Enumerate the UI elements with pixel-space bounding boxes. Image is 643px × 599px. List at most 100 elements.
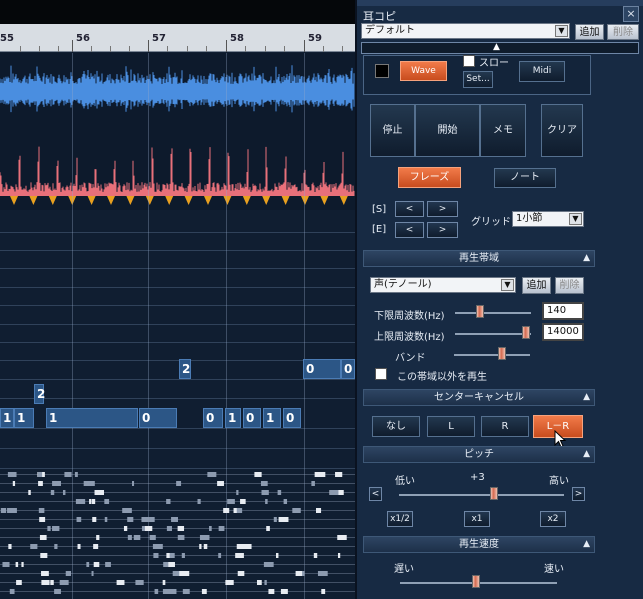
texture-mark — [335, 472, 343, 477]
band-delete-button[interactable]: 削除 — [555, 277, 584, 294]
preset-delete-button[interactable]: 削除 — [607, 24, 639, 40]
wave-button[interactable]: Wave — [400, 61, 447, 81]
memo-button[interactable]: メモ — [480, 104, 526, 157]
band-slider[interactable] — [454, 354, 530, 356]
midi-button[interactable]: Midi — [519, 61, 565, 82]
pitch-value: +3 — [470, 472, 485, 483]
lower-freq-thumb[interactable] — [476, 305, 484, 318]
band-preset-select[interactable]: 声(テノール) ▼ — [370, 277, 516, 293]
texture-mark — [266, 526, 270, 531]
stop-button[interactable]: 停止 — [370, 104, 415, 157]
note-block[interactable]: 0 — [283, 408, 301, 428]
outside-band-label: この帯域以外を再生 — [397, 372, 487, 383]
end-next-button[interactable]: > — [427, 222, 458, 238]
start-prev-button[interactable]: < — [395, 201, 424, 217]
grid-line — [0, 250, 355, 251]
band-section-header[interactable]: 再生帯域 ▲ — [363, 250, 595, 267]
cc-none-button[interactable]: なし — [372, 416, 420, 437]
upper-freq-input[interactable]: 14000 — [542, 323, 584, 341]
phrase-button[interactable]: フレーズ — [398, 167, 461, 188]
texture-mark — [223, 508, 230, 513]
lower-freq-input[interactable]: 140 — [542, 302, 584, 320]
set-button[interactable]: Set... — [463, 71, 493, 88]
texture-mark — [311, 481, 315, 486]
ruler-minor-tick — [245, 46, 246, 52]
note-block[interactable]: 1 — [46, 408, 138, 428]
cc-r-button[interactable]: R — [481, 416, 529, 437]
ruler-measure-57: 57 — [152, 33, 166, 44]
band-thumb[interactable] — [498, 347, 506, 360]
note-block[interactable]: 1 — [14, 408, 34, 428]
texture-mark — [92, 517, 97, 522]
chevron-left-icon: < — [405, 225, 414, 235]
ruler-tick — [72, 40, 73, 52]
chevron-right-icon: > — [574, 489, 583, 499]
note-block[interactable]: 0 — [139, 408, 177, 428]
texture-mark — [2, 562, 10, 567]
color-swatch[interactable] — [375, 64, 389, 78]
pitch-section-header[interactable]: ピッチ ▲ — [363, 446, 595, 463]
note-block[interactable]: 1 — [0, 408, 14, 428]
editor-area: 55 56 57 58 59 2 0 0 2 1 1 1 0 0 1 0 1 0 — [0, 0, 355, 599]
clear-button[interactable]: クリア — [541, 104, 583, 157]
upper-freq-slider[interactable] — [455, 333, 531, 335]
ruler-minor-tick — [39, 46, 40, 52]
preset-select[interactable]: デフォルト ▼ — [361, 23, 570, 39]
texture-line — [0, 501, 355, 502]
measure-ruler[interactable]: 55 56 57 58 59 — [0, 24, 355, 52]
outside-band-checkbox[interactable] — [375, 368, 387, 380]
start-next-button[interactable]: > — [427, 201, 458, 217]
grid-select[interactable]: 1小節 ▼ — [512, 211, 584, 227]
note-button[interactable]: ノート — [494, 168, 556, 188]
note-block[interactable]: 1 — [263, 408, 281, 428]
beat-marker — [29, 196, 38, 205]
pitch-half-button[interactable]: x1/2 — [387, 511, 413, 527]
pitch-x1-button[interactable]: x1 — [464, 511, 490, 527]
speed-thumb[interactable] — [472, 575, 480, 588]
pitch-x2-button[interactable]: x2 — [540, 511, 566, 527]
note-block[interactable]: 0 — [303, 359, 341, 379]
preset-add-button[interactable]: 追加 — [575, 24, 604, 40]
grid-label: グリッド — [471, 217, 511, 228]
note-block[interactable]: 2 — [179, 359, 191, 379]
pitch-slider[interactable] — [399, 494, 564, 496]
pitch-up-button[interactable]: > — [572, 487, 585, 501]
texture-mark — [47, 526, 51, 531]
texture-mark — [197, 499, 201, 504]
beat-marker — [320, 196, 329, 205]
note-block[interactable]: 0 — [341, 359, 355, 379]
texture-line — [0, 591, 355, 592]
texture-mark — [127, 517, 134, 522]
start-button[interactable]: 開始 — [415, 104, 480, 157]
pitch-down-button[interactable]: < — [369, 487, 382, 501]
texture-mark — [264, 580, 267, 585]
note-value: 0 — [306, 362, 315, 376]
note-value: 1 — [49, 411, 58, 425]
band-add-button[interactable]: 追加 — [522, 277, 551, 294]
upper-freq-thumb[interactable] — [522, 326, 530, 339]
texture-mark — [181, 553, 185, 558]
pitch-thumb[interactable] — [490, 487, 498, 500]
close-button[interactable]: × — [623, 6, 639, 22]
waveform-lane[interactable] — [0, 53, 355, 138]
ruler-measure-58: 58 — [230, 33, 244, 44]
texture-mark — [91, 571, 94, 576]
beat-marker — [223, 196, 232, 205]
note-block[interactable]: 0 — [243, 408, 261, 428]
chevron-down-icon: ▼ — [555, 25, 568, 37]
speed-section-header[interactable]: 再生速度 ▲ — [363, 536, 595, 553]
texture-mark — [292, 508, 301, 513]
divider-handle[interactable]: ▲ — [361, 42, 639, 54]
collapse-icon: ▲ — [583, 449, 590, 459]
note-value: 0 — [206, 411, 215, 425]
note-block[interactable]: 0 — [203, 408, 223, 428]
end-prev-button[interactable]: < — [395, 222, 424, 238]
grid-line — [0, 268, 355, 269]
note-block[interactable]: 1 — [225, 408, 241, 428]
slow-checkbox[interactable] — [463, 55, 475, 67]
note-block[interactable]: 2 — [34, 384, 45, 404]
texture-mark — [315, 508, 322, 513]
lower-freq-slider[interactable] — [455, 312, 531, 314]
cc-l-button[interactable]: L — [427, 416, 475, 437]
center-cancel-section-header[interactable]: センターキャンセル ▲ — [363, 389, 595, 406]
